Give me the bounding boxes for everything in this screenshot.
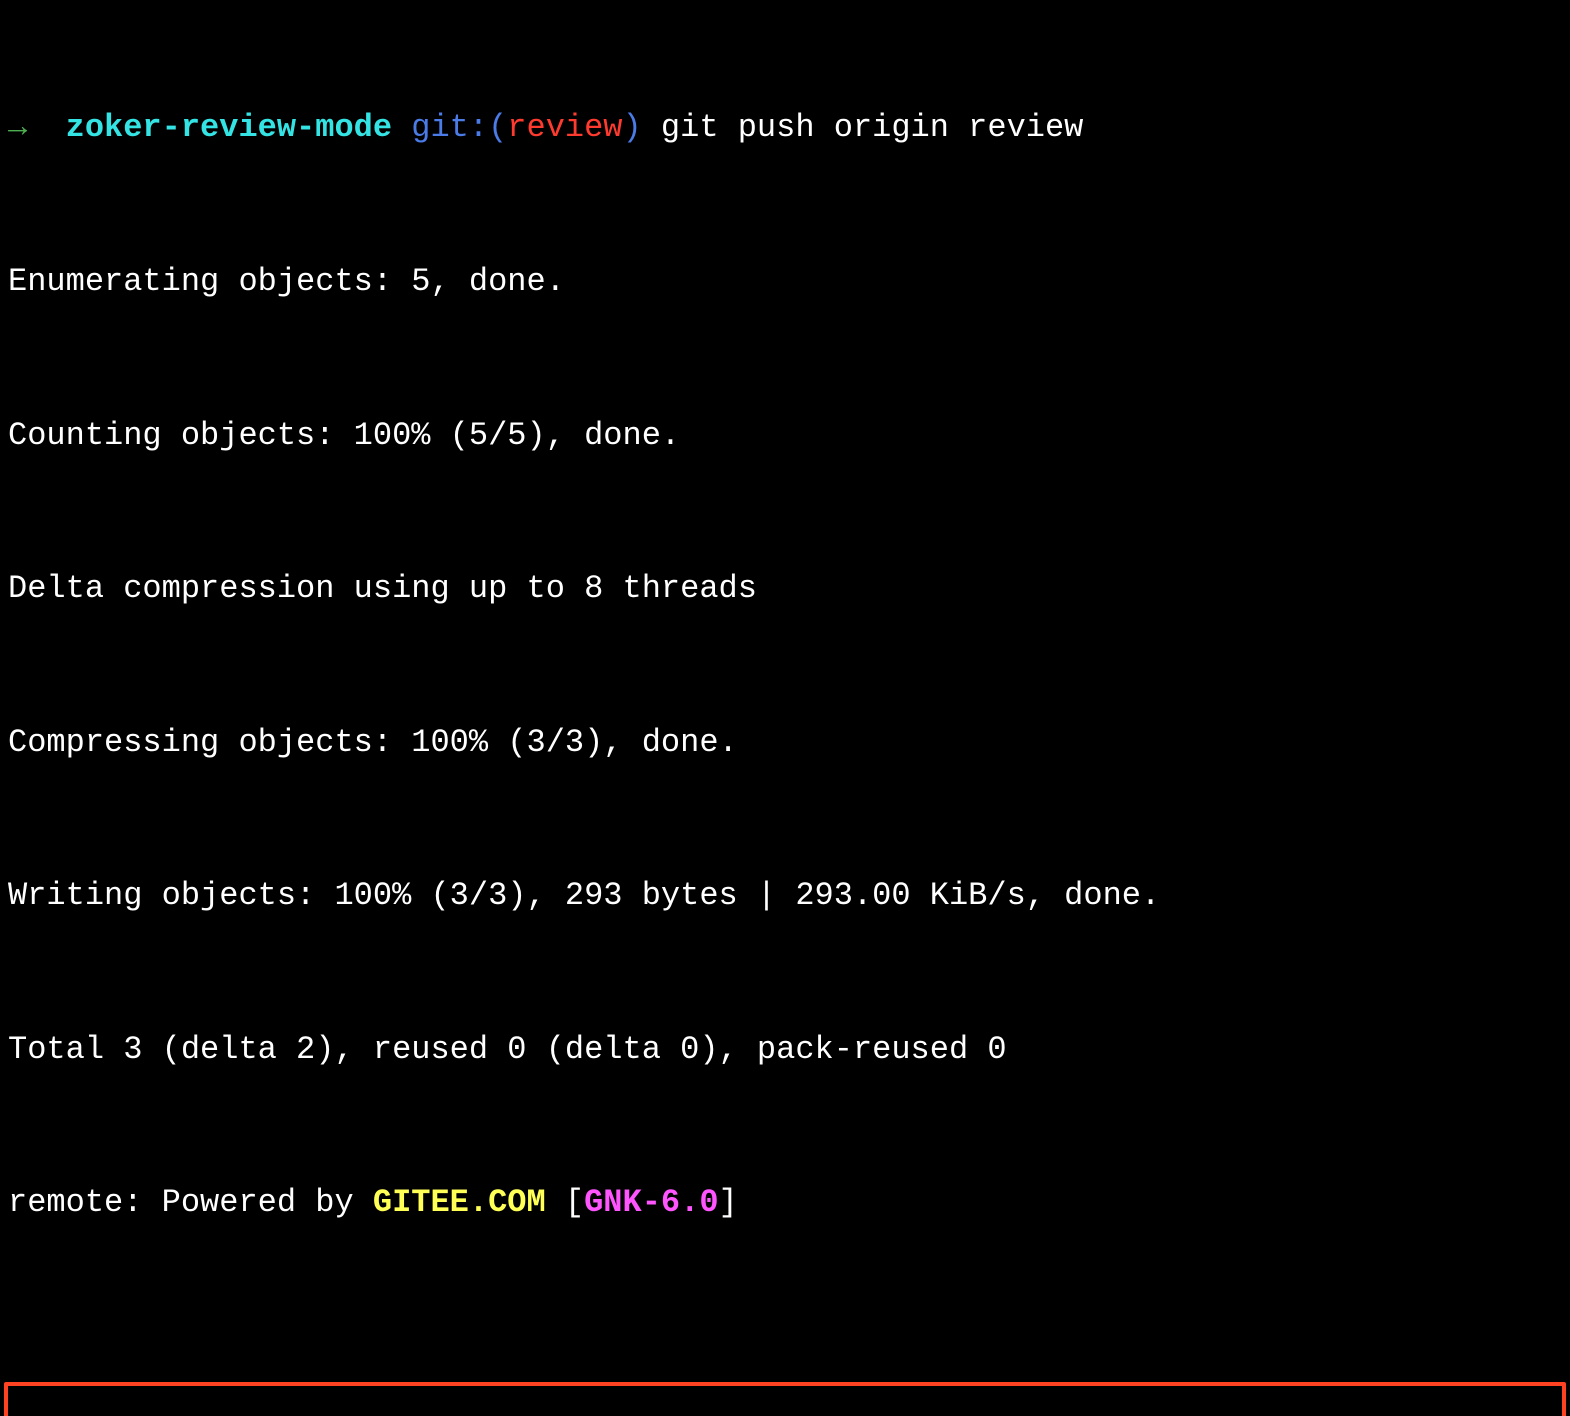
terminal-output[interactable]: → zoker-review-mode git:(review) git pus… <box>0 0 1570 1416</box>
powered-site: GITEE.COM <box>373 1184 546 1221</box>
prompt-arrow-icon: → <box>8 109 27 146</box>
git-suffix: ) <box>623 109 642 146</box>
powered-bracket-close: ] <box>719 1184 738 1221</box>
powered-version: GNK-6.0 <box>584 1184 718 1221</box>
out-compressing: Compressing objects: 100% (3/3), done. <box>8 717 1562 768</box>
remote-powered-line: remote: Powered by GITEE.COM [GNK-6.0] <box>8 1177 1562 1228</box>
highlight-box: remote: There's already a Pull Request f… <box>4 1382 1566 1416</box>
prompt-dir: zoker-review-mode <box>66 109 392 146</box>
powered-prefix: remote: Powered by <box>8 1184 373 1221</box>
out-writing: Writing objects: 100% (3/3), 293 bytes |… <box>8 870 1562 921</box>
git-prefix: git:( <box>411 109 507 146</box>
prompt-line: → zoker-review-mode git:(review) git pus… <box>8 102 1562 153</box>
git-branch: review <box>507 109 622 146</box>
out-enumerating: Enumerating objects: 5, done. <box>8 256 1562 307</box>
out-delta: Delta compression using up to 8 threads <box>8 563 1562 614</box>
out-total: Total 3 (delta 2), reused 0 (delta 0), p… <box>8 1024 1562 1075</box>
typed-command: git push origin review <box>661 109 1083 146</box>
powered-bracket-open: [ <box>546 1184 584 1221</box>
out-counting: Counting objects: 100% (5/5), done. <box>8 410 1562 461</box>
